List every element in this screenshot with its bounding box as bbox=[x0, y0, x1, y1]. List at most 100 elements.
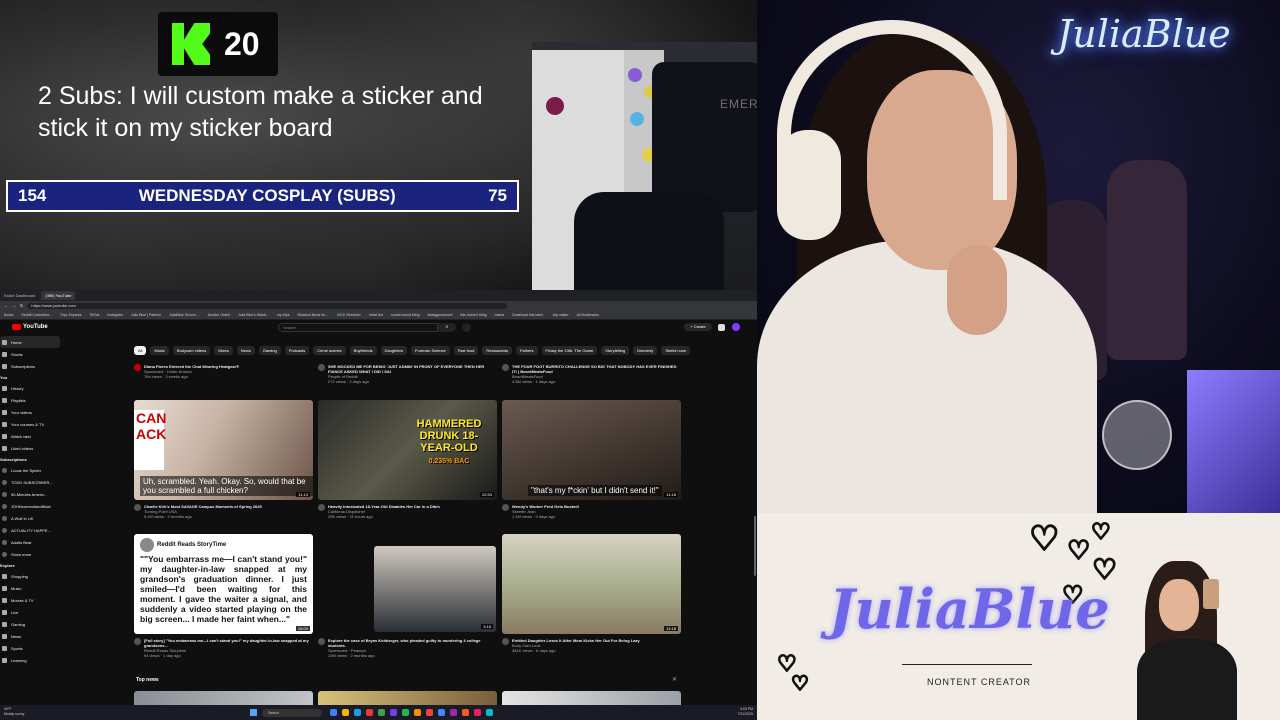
weather-widget[interactable]: 90°F Mostly sunny bbox=[4, 707, 24, 717]
start-icon[interactable] bbox=[250, 709, 257, 716]
sidebar-item[interactable]: History bbox=[0, 382, 60, 394]
app-icon[interactable] bbox=[462, 709, 469, 716]
app-icon[interactable] bbox=[378, 709, 385, 716]
chip[interactable]: All bbox=[134, 346, 147, 355]
chip[interactable]: Boyfriends bbox=[349, 346, 377, 355]
scrollbar-thumb[interactable] bbox=[754, 516, 756, 576]
tab-kick-dashboard[interactable]: Kickle Dashboard bbox=[0, 291, 39, 300]
sidebar-item[interactable]: Gaming bbox=[0, 618, 60, 630]
taskbar-clock[interactable]: 4:03 PM 7/21/2025 bbox=[737, 707, 753, 717]
close-icon[interactable]: ✕ bbox=[672, 676, 677, 683]
bookmark-item[interactable]: clip maker bbox=[553, 313, 569, 317]
sidebar-item[interactable]: Liked videos bbox=[0, 442, 60, 454]
bookmark-item[interactable]: sound sound thing bbox=[391, 313, 420, 317]
sidebar-item[interactable]: Your videos bbox=[0, 406, 60, 418]
video-thumbnail[interactable]: HAMMERED DRUNK 18-YEAR-OLD 0.235% BAC 22:… bbox=[318, 400, 497, 500]
chip[interactable]: Dramedy bbox=[633, 346, 658, 355]
sidebar-item[interactable]: Live bbox=[0, 606, 60, 618]
app-icon[interactable] bbox=[426, 709, 433, 716]
sidebar-section-heading[interactable]: Subscriptions bbox=[0, 454, 60, 464]
chip[interactable]: Music bbox=[150, 346, 169, 355]
bookmark-item[interactable]: twistygcomcom! bbox=[428, 313, 453, 317]
sidebar-item[interactable]: Your courses & TV bbox=[0, 418, 60, 430]
chip[interactable]: News bbox=[236, 346, 255, 355]
sidebar-item[interactable]: Show more bbox=[0, 548, 60, 560]
app-icon[interactable] bbox=[354, 709, 361, 716]
sidebar-item[interactable]: Sports bbox=[0, 642, 60, 654]
chip[interactable]: Friday the 13th: The Game bbox=[541, 346, 598, 355]
sidebar-item[interactable]: Shopping bbox=[0, 570, 60, 582]
sidebar-item[interactable]: JOHNcomedianofficial bbox=[0, 500, 60, 512]
sidebar-item[interactable]: TODD SUBSCRIBER... bbox=[0, 476, 60, 488]
sidebar-item[interactable]: ACTUALITY HAPPE... bbox=[0, 524, 60, 536]
bookmark-item[interactable]: Auction Order! bbox=[208, 313, 231, 317]
sidebar-item[interactable]: News bbox=[0, 630, 60, 642]
video-meta[interactable]: Diana Flores Entered the Chat Wearing He… bbox=[134, 364, 310, 379]
chrome-icon[interactable] bbox=[438, 709, 445, 716]
sidebar-section-heading[interactable]: You bbox=[0, 372, 60, 382]
sidebar-item[interactable]: Lucas the Spider bbox=[0, 464, 60, 476]
video-meta[interactable]: Charlie Kirk's Most SAVAGE Campus Moment… bbox=[134, 504, 310, 519]
mic-icon[interactable] bbox=[462, 322, 471, 332]
app-icon[interactable] bbox=[366, 709, 373, 716]
bookmark-item[interactable]: this doesn't thing bbox=[460, 313, 486, 317]
bell-icon[interactable] bbox=[718, 323, 725, 331]
search-input[interactable]: Search bbox=[278, 322, 438, 332]
back-icon[interactable]: ← bbox=[4, 303, 8, 308]
video-meta[interactable]: [Full story] "You embarrass me—I can't s… bbox=[134, 638, 310, 658]
youtube-logo[interactable]: YouTube bbox=[12, 324, 48, 330]
bookmark-item[interactable]: All Bookmarks bbox=[577, 313, 599, 317]
forward-icon[interactable]: → bbox=[12, 303, 16, 308]
avatar[interactable] bbox=[732, 323, 740, 331]
video-meta[interactable]: Wendy's Worker Pred Gets Busted! Skeeter… bbox=[502, 504, 682, 519]
app-icon[interactable] bbox=[402, 709, 409, 716]
chip[interactable]: Fast food bbox=[453, 346, 479, 355]
scrollbar[interactable] bbox=[753, 346, 757, 686]
folder-icon[interactable] bbox=[342, 709, 349, 716]
bookmark-item[interactable]: Tripo Express bbox=[60, 313, 81, 317]
chip[interactable]: Podcasts bbox=[284, 346, 310, 355]
video-thumbnail[interactable]: 11:18 bbox=[502, 534, 681, 634]
chip[interactable]: Crime scenes bbox=[313, 346, 346, 355]
search-icon[interactable]: ⌕ bbox=[438, 322, 456, 332]
sidebar-item[interactable]: Playlists bbox=[0, 394, 60, 406]
video-meta[interactable]: Heavily Intoxicated 18-Year-Old Disables… bbox=[318, 504, 496, 519]
sidebar-section-heading[interactable]: Explore bbox=[0, 560, 60, 570]
bookmark-item[interactable]: TikTok bbox=[89, 313, 99, 317]
sidebar-item[interactable]: Home bbox=[0, 336, 60, 348]
bookmark-item[interactable]: Julia Blue | Patreon bbox=[131, 313, 161, 317]
chip[interactable]: Daughters bbox=[380, 346, 408, 355]
video-meta[interactable]: Explore the case of Bryan Kohberger, who… bbox=[318, 638, 496, 658]
chip[interactable]: Storytelling bbox=[601, 346, 630, 355]
sidebar-item[interactable]: A Wolf in UK bbox=[0, 512, 60, 524]
bookmark-item[interactable]: mhist bot bbox=[369, 313, 383, 317]
sidebar-item[interactable]: Subscriptions bbox=[0, 360, 60, 372]
sidebar-item[interactable]: Shorts bbox=[0, 348, 60, 360]
sidebar-item[interactable]: Learning bbox=[0, 654, 60, 666]
chip[interactable]: Fathers bbox=[515, 346, 538, 355]
sidebar-item[interactable]: Movies & TV bbox=[0, 594, 60, 606]
tab-youtube[interactable]: (396) YouTube bbox=[41, 291, 76, 300]
app-icon[interactable] bbox=[390, 709, 397, 716]
reload-icon[interactable]: ↻ bbox=[20, 303, 23, 308]
chip[interactable]: Forensic Science bbox=[411, 346, 450, 355]
sidebar-item[interactable]: Adults Bear bbox=[0, 536, 60, 548]
sidebar-item[interactable]: 50-Minutes Americ... bbox=[0, 488, 60, 500]
bookmark-item[interactable]: Instagram bbox=[107, 313, 123, 317]
app-icon[interactable] bbox=[486, 709, 493, 716]
video-meta[interactable]: SHE MOCKED ME FOR BEING 'JUST ADMIN' IN … bbox=[318, 364, 496, 384]
video-meta[interactable]: Entitled Daughter Loses It After Mom Kic… bbox=[502, 638, 682, 653]
video-thumbnail[interactable]: Reddit Reads StoryTime ""You embarrass m… bbox=[134, 534, 313, 634]
bookmark-item[interactable]: Readout Items for ... bbox=[297, 313, 329, 317]
chip[interactable]: Restaurants bbox=[482, 346, 512, 355]
bookmark-item[interactable]: KICK Streamer bbox=[337, 313, 361, 317]
bookmark-item[interactable]: Reddit Customiza... bbox=[21, 313, 52, 317]
bookmark-item[interactable]: Julia Blue's Wardr... bbox=[238, 313, 269, 317]
bookmark-item[interactable]: books bbox=[4, 313, 13, 317]
app-icon[interactable] bbox=[414, 709, 421, 716]
chip[interactable]: Mixes bbox=[214, 346, 233, 355]
video-thumbnail[interactable]: CAN ACK Uh, scrambled. Yeah. Okay. So, wo… bbox=[134, 400, 313, 500]
sidebar-item[interactable]: Music bbox=[0, 582, 60, 594]
chip[interactable]: Bodycam videos bbox=[172, 346, 211, 355]
app-icon[interactable] bbox=[330, 709, 337, 716]
